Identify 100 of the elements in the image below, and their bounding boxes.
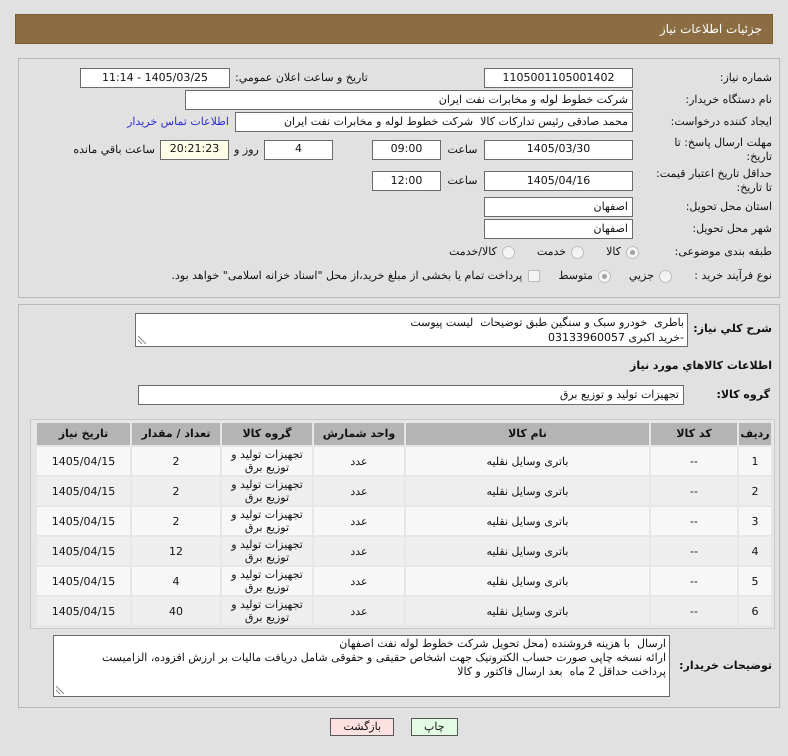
table-cell: عدد [314,477,404,505]
field-label: نام دستگاه خریدار: [685,92,772,106]
field-label: شماره نیاز: [720,70,772,84]
back-button[interactable]: بازگشت [330,718,394,736]
buyer-contact-link[interactable]: اطلاعات تماس خریدار [127,114,229,130]
field-label: ایجاد کننده درخواست: [670,114,772,128]
reply-date-field[interactable]: 1405/03/30 [484,140,633,160]
table-cell: باتری وسایل نقلیه [406,597,649,625]
buyer-notes-field[interactable]: ارسال با هزینه فروشنده (محل تحویل شرکت خطوط لوله نفت اصفهان ارائه نسخه چاپی صورت حساب الکترونیک جهت اشخاص حقیقی و حقوقی شامل دریافت مالیات بر ارزش افزوده، الزامیست پرداخت حداقل 2 ماه بعد ارسال فاکتور و کالا [53,635,670,697]
resize-handle-icon[interactable] [56,686,64,694]
radio-button[interactable] [626,246,639,258]
table-cell: 4 [739,537,771,565]
table-cell: عدد [314,537,404,565]
column-header: ردیف [739,423,771,445]
table-cell: 12 [132,537,220,565]
description-field[interactable]: باطری خودرو سبک و سنگین طبق توضیحات لیست پیوست -خرید اکبری 03133960057 [135,313,688,347]
table-cell: باتری وسایل نقلیه [406,477,649,505]
column-header: واحد شمارش [314,423,404,445]
table-cell: تجهیزات تولید و توزیع برق [222,477,312,505]
radio-button[interactable] [502,246,515,258]
field-label: حداقل تاریخ اعتبار قیمت: تا تاریخ: [655,167,772,195]
table-cell: عدد [314,447,404,475]
table-cell: 1405/04/15 [37,537,130,565]
table-cell: 1405/04/15 [37,507,130,535]
table-cell: عدد [314,597,404,625]
table-cell: تجهیزات تولید و توزیع برق [222,507,312,535]
table-cell: 1405/04/15 [37,597,130,625]
table-cell: تجهیزات تولید و توزیع برق [222,537,312,565]
page-title: جزئیات اطلاعات نیاز [660,21,762,38]
announce-date-field[interactable]: 1405/03/25 - 11:14 [80,68,230,88]
days-field[interactable]: 4 [264,140,333,160]
field-label: پرداخت تمام یا بخشی از مبلغ خرید،از محل "اسناد خزانه اسلامی" خواهد بود. [172,269,522,283]
price-time-field[interactable]: 12:00 [372,171,441,191]
field-label: ساعت [448,142,478,156]
table-cell: 2 [132,507,220,535]
table-cell: باتری وسایل نقلیه [406,507,649,535]
buyer-org-field[interactable]: شرکت خطوط لوله و مخابرات نفت ایران [185,90,633,110]
table-cell: 40 [132,597,220,625]
table-cell: -- [651,597,737,625]
column-header: تاریخ نیاز [37,423,130,445]
field-label: استان محل تحویل: [686,200,772,213]
field-label: گروه کالا: [716,388,770,402]
table-cell: تجهیزات تولید و توزیع برق [222,567,312,595]
remaining-time-field[interactable]: 20:21:23 [160,140,229,160]
field-label: شرح کلي نیاز: [693,322,772,335]
field-label: نوع فرآیند خرید : [694,268,772,282]
table-cell: -- [651,507,737,535]
table-cell: 1405/04/15 [37,477,130,505]
field-label: ساعت [448,174,478,188]
radio-label: کالا/خدمت [449,245,497,259]
table-cell: 1405/04/15 [37,567,130,595]
table-cell: 1 [739,447,771,475]
requester-field[interactable]: محمد صادقی رئیس تدارکات کالا شرکت خطوط لوله و مخابرات نفت ایران [235,112,633,132]
column-header: تعداد / مقدار [132,423,220,445]
column-header: گروه کالا [222,423,312,445]
table-cell: تجهیزات تولید و توزیع برق [222,447,312,475]
table-cell: 6 [739,597,771,625]
radio-button[interactable] [571,246,584,258]
need-number-field[interactable]: 1105001105001402 [484,68,633,88]
radio-label: خدمت [536,245,566,259]
goods-group-field[interactable]: تجهیزات تولید و توزیع برق [138,385,684,405]
column-header: کد کالا [651,423,737,445]
column-header: نام کالا [406,423,649,445]
city-field[interactable]: اصفهان [484,219,633,239]
radio-label: متوسط [558,269,593,283]
checkbox[interactable] [528,270,540,282]
price-date-field[interactable]: 1405/04/16 [484,171,633,191]
radio-button[interactable] [659,270,672,282]
province-field[interactable]: اصفهان [484,197,633,217]
radio-label: کالا [606,245,621,259]
field-label: تاریخ و ساعت اعلان عمومي: [235,71,368,85]
print-button[interactable]: چاپ [411,718,458,736]
table-cell: تجهیزات تولید و توزیع برق [222,597,312,625]
table-cell: 2 [132,447,220,475]
radio-button[interactable] [598,270,611,282]
table-cell: باتری وسایل نقلیه [406,447,649,475]
field-label: روز و [234,142,259,156]
table-cell: 5 [739,567,771,595]
table-cell: 2 [132,477,220,505]
table-cell: 4 [132,567,220,595]
field-label: ساعت باقي مانده [73,142,155,156]
field-label: اطلاعات کالاهاي مورد نیاز [630,359,772,373]
radio-label: جزيي [628,269,654,283]
table-cell: 2 [739,477,771,505]
table-cell: -- [651,567,737,595]
table-cell: عدد [314,567,404,595]
table-cell: -- [651,537,737,565]
reply-time-field[interactable]: 09:00 [372,140,441,160]
table-cell: -- [651,477,737,505]
table-cell: باتری وسایل نقلیه [406,567,649,595]
field-label: مهلت ارسال پاسخ: تا تاریخ: [673,136,772,164]
resize-handle-icon[interactable] [138,336,146,344]
table-cell: 3 [739,507,771,535]
table-cell: باتری وسایل نقلیه [406,537,649,565]
table-cell: -- [651,447,737,475]
table-cell: 1405/04/15 [37,447,130,475]
field-label: شهر محل تحویل: [692,222,772,235]
field-label: توضیحات خریدار: [679,658,772,672]
table-cell: عدد [314,507,404,535]
field-label: طبقه بندی موضوعی: [674,244,772,258]
